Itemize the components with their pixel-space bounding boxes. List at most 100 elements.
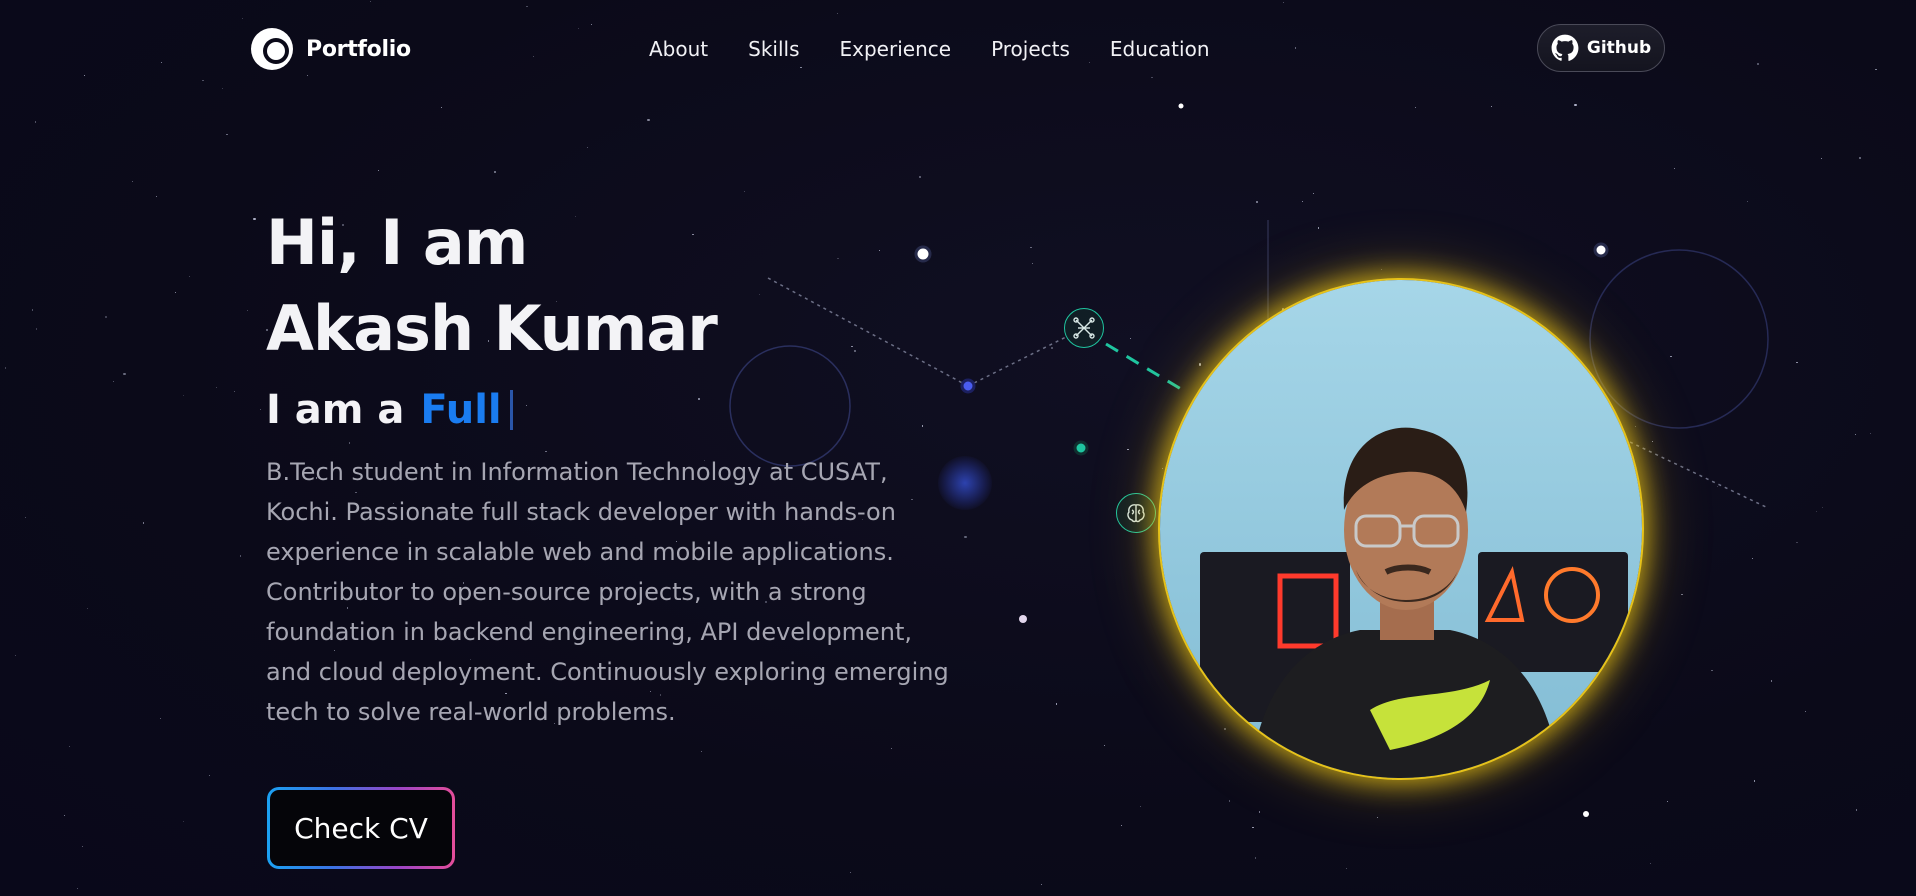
star-dot <box>921 425 923 427</box>
star-dot <box>143 522 145 524</box>
star-dot <box>159 717 161 719</box>
brand-name: Portfolio <box>306 36 411 62</box>
star-dot <box>348 442 350 444</box>
star-dot <box>182 820 184 823</box>
star-dot <box>86 607 88 609</box>
star-dot <box>35 121 37 123</box>
star-dot <box>849 871 851 873</box>
star-dot <box>698 398 700 400</box>
star-dot <box>253 217 256 220</box>
star-dot <box>759 293 761 296</box>
star-dot <box>1255 857 1257 859</box>
star-dot <box>701 751 703 753</box>
star-dot <box>64 815 66 817</box>
star-dot <box>1666 800 1668 803</box>
profile-photo <box>1160 280 1642 778</box>
nav-menu: About Skills Experience Projects Educati… <box>649 34 1210 64</box>
nav-link-skills[interactable]: Skills <box>748 34 799 64</box>
star-dot <box>1252 826 1254 828</box>
star-dot <box>837 258 839 260</box>
star-dot <box>1392 778 1394 780</box>
star-dot <box>1040 883 1043 886</box>
star-dot <box>1161 467 1163 469</box>
star-dot <box>1199 363 1202 366</box>
star-dot <box>878 249 880 251</box>
star-dot <box>123 373 126 376</box>
typing-role: Full <box>420 387 502 433</box>
star-dot <box>1258 811 1260 813</box>
star-dot <box>156 196 158 198</box>
star-dot <box>1670 355 1672 358</box>
star-dot <box>1771 680 1773 682</box>
star-dot <box>260 409 262 411</box>
star-dot <box>1855 809 1857 811</box>
star-dot <box>239 555 241 557</box>
star-dot <box>1127 449 1129 451</box>
star-dot <box>1414 106 1417 109</box>
star-dot <box>1804 710 1806 712</box>
star-dot <box>743 190 745 192</box>
star-dot <box>891 748 893 750</box>
star-dot <box>132 181 134 183</box>
nav-link-education[interactable]: Education <box>1110 34 1210 64</box>
star-dot <box>1490 105 1493 107</box>
star-dot <box>246 309 249 311</box>
star-dot <box>440 107 443 109</box>
star-dot <box>1140 805 1142 807</box>
check-cv-label: Check CV <box>270 790 452 866</box>
star-dot <box>1752 557 1754 560</box>
nav-link-experience[interactable]: Experience <box>840 34 952 64</box>
hero-title: Hi, I am Akash Kumar <box>266 200 718 372</box>
star-dot <box>104 315 107 319</box>
star-dot <box>919 176 922 179</box>
star-dot <box>964 536 967 539</box>
star-dot <box>1754 780 1756 782</box>
star-dot <box>1377 817 1379 819</box>
brain-icon <box>1116 493 1156 533</box>
star-dot <box>1649 862 1651 864</box>
star-dot <box>188 276 190 278</box>
star-dot <box>1681 593 1683 595</box>
star-dot <box>69 746 71 748</box>
star-dot <box>1345 867 1347 869</box>
star-dot <box>1574 104 1577 107</box>
star-dot <box>1256 201 1258 203</box>
star-dot <box>1859 157 1862 160</box>
star-dot <box>216 386 218 389</box>
nav-link-about[interactable]: About <box>649 34 708 64</box>
star-dot <box>1651 440 1653 442</box>
star-dot <box>1228 800 1231 802</box>
nav-link-projects[interactable]: Projects <box>991 34 1070 64</box>
hero-bio: B.Tech student in Information Technology… <box>266 458 949 726</box>
star-dot <box>1716 485 1719 487</box>
star-dot <box>1051 346 1054 349</box>
star-dot <box>1854 433 1856 435</box>
github-button[interactable]: Github <box>1537 24 1665 72</box>
typing-caret <box>509 390 513 430</box>
star-dot <box>76 887 78 890</box>
github-icon <box>1551 34 1579 61</box>
star-dot <box>853 349 856 353</box>
hero-name: Akash Kumar <box>266 292 718 365</box>
star-dot <box>1130 337 1132 339</box>
star-dot <box>1635 425 1637 427</box>
star-dot <box>226 133 228 135</box>
star-dot <box>1056 703 1058 705</box>
star-dot <box>1380 268 1382 270</box>
check-cv-button[interactable]: Check CV <box>267 787 455 869</box>
star-dot <box>208 774 210 776</box>
navbar: Portfolio About Skills Experience Projec… <box>0 0 1916 98</box>
github-label: Github <box>1586 38 1652 58</box>
star-dot <box>1673 167 1675 170</box>
star-dot <box>4 367 7 369</box>
star-dot <box>378 169 380 171</box>
star-dot <box>494 171 496 173</box>
star-dot <box>31 309 34 311</box>
star-dot <box>1301 200 1304 202</box>
star-dot <box>35 328 37 330</box>
star-dot <box>1869 433 1871 435</box>
star-dot <box>1796 541 1798 544</box>
typing-role-line: I am a Full <box>266 384 513 436</box>
brand-home-link[interactable]: Portfolio <box>250 27 411 71</box>
portfolio-logo-icon <box>251 28 293 70</box>
